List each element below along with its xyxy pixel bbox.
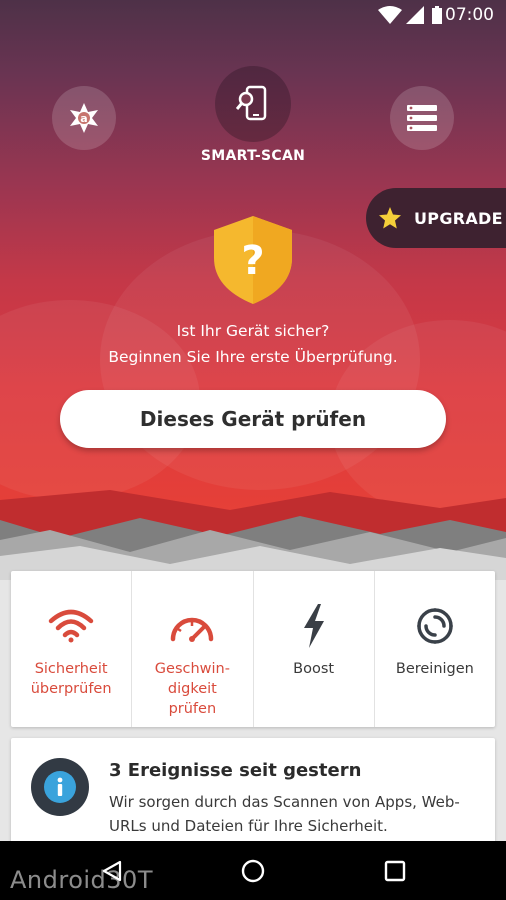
watermark: Android30T bbox=[10, 866, 153, 894]
smart-scan-label: SMART-SCAN bbox=[200, 148, 306, 164]
menu-list-icon bbox=[407, 105, 437, 131]
boost-tile[interactable]: Boost bbox=[254, 571, 375, 727]
event-title: 3 Ereignisse seit gestern bbox=[109, 760, 362, 781]
star-icon bbox=[379, 207, 401, 229]
event-description: Wir sorgen durch das Scannen von Apps, W… bbox=[109, 793, 460, 835]
clean-label: Bereinigen bbox=[395, 661, 474, 677]
recents-button[interactable] bbox=[355, 841, 435, 900]
recents-square-icon bbox=[384, 860, 406, 881]
battery-icon bbox=[432, 6, 442, 24]
speed-check-tile[interactable]: Geschwin- digkeit prüfen bbox=[132, 571, 254, 727]
hero-panel: 07:00 a SMART-SCAN UPGRADE ? Ist Ihr Ger… bbox=[0, 0, 506, 540]
event-card[interactable]: 3 Ereignisse seit gestern Wir sorgen dur… bbox=[11, 738, 495, 848]
status-question: Ist Ihr Gerät sicher? bbox=[176, 322, 330, 340]
avast-logo-button[interactable]: a bbox=[52, 86, 116, 150]
cell-signal-icon bbox=[406, 6, 424, 24]
shield-icon: ? bbox=[214, 216, 292, 304]
swirl-clean-icon bbox=[417, 608, 453, 644]
avast-logo-icon: a bbox=[70, 103, 98, 133]
status-hint: Beginnen Sie Ihre erste Überprüfung. bbox=[108, 348, 398, 366]
clock: 07:00 bbox=[445, 5, 494, 25]
clean-tile[interactable]: Bereinigen bbox=[375, 571, 495, 727]
shield-symbol: ? bbox=[241, 238, 264, 284]
wifi-security-icon bbox=[48, 609, 94, 643]
lightning-icon bbox=[303, 604, 324, 648]
home-button[interactable] bbox=[213, 841, 293, 900]
info-icon bbox=[44, 771, 76, 803]
status-bar: 07:00 bbox=[0, 0, 506, 30]
menu-button[interactable] bbox=[390, 86, 454, 150]
boost-label: Boost bbox=[293, 661, 335, 677]
upgrade-button[interactable]: UPGRADE bbox=[366, 188, 506, 248]
scan-device-button[interactable]: Dieses Gerät prüfen bbox=[60, 390, 446, 448]
mountain-landscape bbox=[0, 490, 506, 580]
feature-grid: Sicherheit überprüfen Geschwin- digkeit … bbox=[11, 571, 495, 727]
security-check-label: Sicherheit überprüfen bbox=[30, 661, 112, 697]
svg-text:a: a bbox=[80, 112, 87, 125]
upgrade-label: UPGRADE bbox=[414, 208, 503, 228]
wifi-icon bbox=[378, 6, 402, 24]
phone-scan-icon bbox=[236, 85, 267, 121]
home-circle-icon bbox=[241, 859, 265, 882]
smart-scan-button[interactable] bbox=[215, 66, 291, 142]
info-badge bbox=[31, 758, 89, 816]
security-check-tile[interactable]: Sicherheit überprüfen bbox=[11, 571, 133, 727]
speedometer-icon bbox=[171, 617, 214, 642]
status-prompt: Ist Ihr Gerät sicher? Beginnen Sie Ihre … bbox=[0, 318, 506, 370]
speed-check-label: Geschwin- digkeit prüfen bbox=[154, 661, 230, 717]
